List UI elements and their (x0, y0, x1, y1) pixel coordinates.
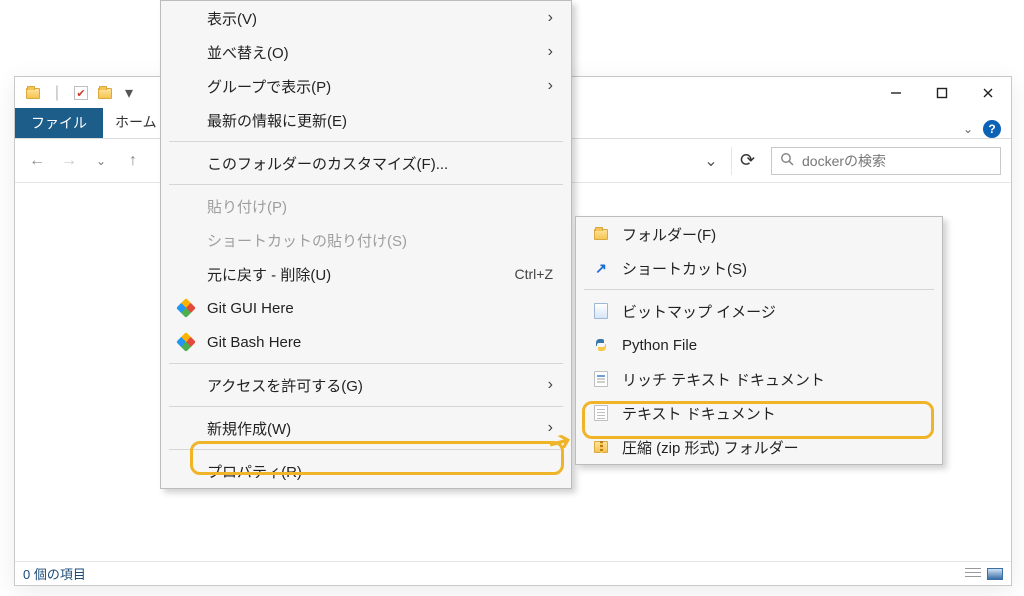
ribbon-collapse-icon[interactable]: ⌄ (963, 122, 973, 136)
help-icon[interactable]: ? (983, 120, 1001, 138)
context-menu: 表示(V)› 並べ替え(O)› グループで表示(P)› 最新の情報に更新(E) … (160, 0, 572, 489)
new-text-document[interactable]: テキスト ドキュメント (576, 396, 942, 430)
menu-give-access[interactable]: アクセスを許可する(G)› (161, 368, 571, 402)
menu-paste-shortcut: ショートカットの貼り付け(S) (161, 223, 571, 257)
new-zip-folder[interactable]: 圧縮 (zip 形式) フォルダー (576, 430, 942, 464)
qat-folder-icon[interactable] (97, 85, 113, 101)
maximize-button[interactable] (919, 77, 965, 109)
chevron-right-icon: › (548, 77, 553, 95)
menu-paste: 貼り付け(P) (161, 189, 571, 223)
menu-separator (169, 406, 563, 407)
menu-undo[interactable]: 元に戻す - 削除(U)Ctrl+Z (161, 257, 571, 291)
search-input[interactable]: dockerの検索 (771, 147, 1001, 175)
menu-new[interactable]: 新規作成(W)› (161, 411, 571, 445)
chevron-right-icon: › (548, 9, 553, 27)
git-icon (175, 331, 197, 353)
search-icon (780, 152, 794, 169)
qat-dropdown-icon[interactable]: ▾ (121, 85, 137, 101)
status-item-count: 0 個の項目 (23, 564, 86, 583)
chevron-right-icon: › (548, 43, 553, 61)
menu-group-by[interactable]: グループで表示(P)› (161, 69, 571, 103)
menu-view[interactable]: 表示(V)› (161, 1, 571, 35)
tab-home[interactable]: ホーム (103, 106, 169, 138)
zip-folder-icon (590, 436, 612, 458)
text-document-icon (590, 402, 612, 424)
nav-up-button[interactable]: ↑ (121, 149, 145, 173)
new-rtf[interactable]: リッチ テキスト ドキュメント (576, 362, 942, 396)
new-bitmap[interactable]: ビットマップ イメージ (576, 294, 942, 328)
menu-git-bash[interactable]: Git Bash Here (161, 325, 571, 359)
tab-file[interactable]: ファイル (15, 108, 103, 138)
rtf-icon (590, 368, 612, 390)
address-history-dropdown[interactable]: ⌄ (699, 151, 723, 171)
new-shortcut[interactable]: ↗ショートカット(S) (576, 251, 942, 285)
chevron-right-icon: › (548, 419, 553, 437)
view-thumbnails-button[interactable] (987, 568, 1003, 580)
new-submenu: フォルダー(F) ↗ショートカット(S) ビットマップ イメージ Python … (575, 216, 943, 465)
nav-back-button[interactable]: ← (25, 149, 49, 173)
menu-shortcut-label: Ctrl+Z (491, 266, 554, 282)
view-details-button[interactable] (965, 568, 981, 580)
git-icon (175, 297, 197, 319)
menu-sort[interactable]: 並べ替え(O)› (161, 35, 571, 69)
menu-separator (169, 363, 563, 364)
qat-properties-icon[interactable]: ✔ (73, 85, 89, 101)
menu-properties[interactable]: プロパティ(R) (161, 454, 571, 488)
divider-icon: | (49, 85, 65, 101)
menu-customize-folder[interactable]: このフォルダーのカスタマイズ(F)... (161, 146, 571, 180)
menu-git-gui[interactable]: Git GUI Here (161, 291, 571, 325)
shortcut-icon: ↗ (590, 257, 612, 279)
menu-separator (584, 289, 934, 290)
search-placeholder: dockerの検索 (802, 151, 886, 171)
refresh-button[interactable]: ⟳ (731, 147, 763, 175)
nav-forward-button[interactable]: → (57, 149, 81, 173)
bitmap-icon (590, 300, 612, 322)
close-button[interactable] (965, 77, 1011, 109)
menu-separator (169, 184, 563, 185)
folder-icon (25, 85, 41, 101)
nav-recent-dropdown[interactable]: ⌄ (89, 149, 113, 173)
python-icon (590, 334, 612, 356)
folder-icon (590, 223, 612, 245)
minimize-button[interactable] (873, 77, 919, 109)
menu-separator (169, 449, 563, 450)
new-folder[interactable]: フォルダー(F) (576, 217, 942, 251)
menu-separator (169, 141, 563, 142)
chevron-right-icon: › (548, 376, 553, 394)
status-bar: 0 個の項目 (15, 561, 1011, 585)
new-python-file[interactable]: Python File (576, 328, 942, 362)
menu-refresh[interactable]: 最新の情報に更新(E) (161, 103, 571, 137)
